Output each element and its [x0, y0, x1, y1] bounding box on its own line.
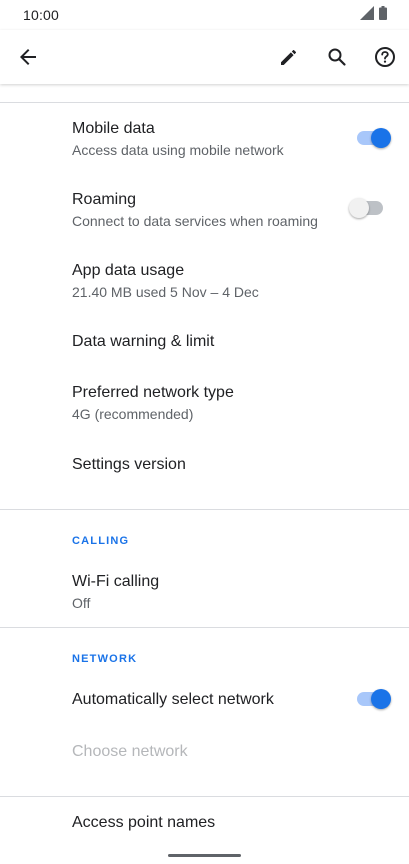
status-time: 10:00 — [23, 7, 60, 23]
status-bar: 10:00 — [0, 0, 409, 30]
access-point-names-item[interactable]: Access point names — [72, 813, 215, 833]
mobile-data-subtitle: Access data using mobile network — [72, 142, 284, 158]
calling-divider — [0, 509, 409, 510]
signal-icon — [360, 5, 374, 25]
roaming-toggle[interactable] — [349, 197, 385, 219]
data-warning-item[interactable]: Data warning & limit — [72, 332, 214, 352]
help-icon[interactable] — [371, 43, 399, 71]
settings-version-item[interactable]: Settings version — [72, 455, 186, 475]
access-point-names-title: Access point names — [72, 814, 216, 831]
apn-divider — [0, 796, 409, 797]
wifi-calling-item[interactable]: Wi-Fi calling Off — [72, 572, 159, 612]
roaming-title: Roaming — [72, 191, 137, 208]
wifi-calling-subtitle: Off — [72, 595, 91, 611]
mobile-data-item[interactable]: Mobile data Access data using mobile net… — [72, 119, 284, 159]
data-warning-title: Data warning & limit — [72, 333, 215, 350]
edit-pencil-icon[interactable] — [275, 43, 303, 71]
back-arrow-icon[interactable] — [14, 43, 42, 71]
search-icon[interactable] — [323, 43, 351, 71]
roaming-item[interactable]: Roaming Connect to data services when ro… — [72, 190, 318, 230]
status-icons — [360, 5, 387, 25]
app-data-usage-item[interactable]: App data usage 21.40 MB used 5 Nov – 4 D… — [72, 261, 259, 301]
battery-icon — [379, 5, 387, 25]
network-section-header: NETWORK — [72, 653, 138, 665]
app-data-usage-title: App data usage — [72, 262, 185, 279]
choose-network-title: Choose network — [72, 743, 188, 760]
preferred-network-subtitle: 4G (recommended) — [72, 406, 194, 422]
settings-version-title: Settings version — [72, 456, 186, 473]
preferred-network-title: Preferred network type — [72, 384, 234, 401]
app-bar — [0, 30, 409, 84]
top-divider — [0, 102, 409, 103]
roaming-subtitle: Connect to data services when roaming — [72, 213, 318, 229]
app-data-usage-subtitle: 21.40 MB used 5 Nov – 4 Dec — [72, 284, 259, 300]
mobile-data-title: Mobile data — [72, 120, 155, 137]
auto-select-network-title: Automatically select network — [72, 691, 274, 708]
mobile-data-toggle[interactable] — [355, 127, 391, 149]
auto-select-network-item[interactable]: Automatically select network — [72, 690, 274, 710]
preferred-network-item[interactable]: Preferred network type 4G (recommended) — [72, 383, 234, 423]
auto-select-network-toggle[interactable] — [355, 688, 391, 710]
calling-section-header: CALLING — [72, 535, 130, 547]
wifi-calling-title: Wi-Fi calling — [72, 573, 160, 590]
choose-network-item: Choose network — [72, 742, 188, 762]
navigation-handle[interactable] — [168, 854, 241, 857]
network-divider — [0, 627, 409, 628]
